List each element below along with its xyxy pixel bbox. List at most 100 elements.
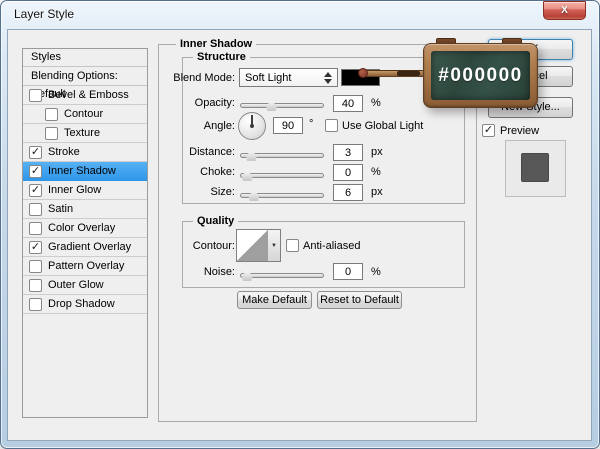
reset-to-default-button[interactable]: Reset to Default [317, 291, 402, 309]
panel-title: Inner Shadow [176, 38, 257, 50]
distance-label: Distance: [189, 146, 235, 158]
color-badge: #000000 [423, 43, 538, 108]
noise-input[interactable] [333, 263, 363, 280]
blend-mode-label: Blend Mode: [173, 72, 235, 84]
updown-arrows-icon [324, 71, 333, 85]
choke-unit: % [371, 166, 381, 178]
quality-group-title: Quality [193, 215, 239, 227]
preview-checkbox[interactable]: ✓ [482, 124, 495, 137]
choke-slider-thumb[interactable] [241, 170, 253, 181]
pointer-stick-tip [358, 68, 368, 78]
angle-label: Angle: [203, 120, 235, 132]
color-badge-text: #000000 [438, 64, 523, 86]
angle-dial[interactable] [238, 112, 266, 140]
sidebar-item-outer-glow[interactable]: Outer Glow [23, 276, 147, 295]
blend-mode-value: Soft Light [245, 71, 292, 84]
pointer-stick [363, 70, 425, 77]
dropdown-arrow-icon: ▼ [271, 242, 277, 249]
sidebar-item-drop-shadow[interactable]: Drop Shadow [23, 295, 147, 314]
sidebar-item-inner-glow[interactable]: ✓ Inner Glow [23, 181, 147, 200]
size-unit: px [371, 186, 383, 198]
checkbox[interactable] [29, 297, 42, 311]
preview-thumbnail [521, 153, 549, 182]
styles-list: Styles Blending Options: Default Bevel &… [22, 48, 148, 418]
blend-mode-select[interactable]: Soft Light [239, 68, 338, 87]
noise-slider[interactable] [240, 270, 324, 281]
sidebar-item-inner-shadow[interactable]: ✓ Inner Shadow [23, 162, 147, 181]
sidebar-item-label: Texture [64, 127, 101, 139]
styles-items-container: Bevel & Emboss Contour Texture ✓ Stroke ✓ Inne… [23, 86, 147, 314]
angle-dial-hub [250, 124, 254, 128]
sidebar-item-pattern-overlay[interactable]: Pattern Overlay [23, 257, 147, 276]
size-input[interactable] [333, 184, 363, 201]
sidebar-item-label: Pattern Overlay [48, 260, 125, 272]
opacity-slider[interactable] [240, 100, 324, 111]
sidebar-item-stroke[interactable]: ✓ Stroke [23, 143, 147, 162]
anti-aliased-label: Anti-aliased [303, 240, 361, 252]
window-title: Layer Style [14, 7, 75, 21]
structure-group-title: Structure [193, 51, 250, 63]
checkbox[interactable]: ✓ [29, 164, 42, 178]
noise-label: Noise: [203, 266, 235, 278]
distance-input[interactable] [333, 144, 363, 161]
sidebar-item-blending-options[interactable]: Blending Options: Default [23, 67, 147, 100]
noise-slider-thumb[interactable] [241, 270, 253, 281]
sidebar-item-satin[interactable]: Satin [23, 200, 147, 219]
sidebar-item-label: Inner Glow [48, 184, 102, 196]
size-label: Size: [210, 186, 235, 198]
size-slider-thumb[interactable] [248, 190, 260, 201]
distance-unit: px [371, 146, 383, 158]
contour-dropdown-button[interactable]: ▼ [268, 229, 281, 262]
close-button[interactable]: X [543, 1, 586, 20]
sidebar-item-texture[interactable]: Texture [23, 124, 147, 143]
use-global-light-label: Use Global Light [342, 120, 424, 132]
choke-slider-track[interactable] [240, 173, 324, 178]
opacity-slider-thumb[interactable] [266, 100, 278, 111]
size-slider[interactable] [240, 190, 324, 201]
preview-label: Preview [500, 125, 540, 137]
sidebar-item-label: Drop Shadow [48, 298, 115, 310]
checkbox[interactable] [29, 221, 42, 235]
sidebar-item-label: Gradient Overlay [48, 241, 132, 253]
checkbox[interactable]: ✓ [29, 145, 42, 159]
distance-slider[interactable] [240, 150, 324, 161]
checkbox[interactable] [45, 126, 58, 140]
layer-style-dialog: Layer Style X Styles Blending Options: D… [0, 0, 600, 449]
noise-slider-track[interactable] [240, 273, 324, 278]
checkbox[interactable] [45, 107, 58, 121]
sidebar-item-contour[interactable]: Contour [23, 105, 147, 124]
contour-picker[interactable] [236, 229, 269, 262]
sidebar-item-label: Bevel & Emboss [48, 89, 129, 101]
choke-label: Choke: [200, 166, 235, 178]
opacity-slider-track[interactable] [240, 103, 324, 108]
choke-input[interactable] [333, 164, 363, 181]
make-default-button[interactable]: Make Default [237, 291, 312, 309]
styles-header: Styles [23, 49, 147, 67]
anti-aliased-checkbox[interactable] [286, 239, 299, 252]
opacity-input[interactable] [333, 95, 363, 112]
use-global-light-checkbox[interactable] [325, 119, 338, 132]
sidebar-item-label: Inner Shadow [48, 165, 116, 177]
choke-slider[interactable] [240, 170, 324, 181]
sidebar-item-label: Stroke [48, 146, 80, 158]
sidebar-item-label: Satin [48, 203, 74, 215]
sidebar-item-gradient-overlay[interactable]: ✓ Gradient Overlay [23, 238, 147, 257]
noise-unit: % [371, 266, 381, 278]
contour-label: Contour: [192, 240, 235, 252]
sidebar-item-label: Contour [64, 108, 104, 120]
checkbox[interactable]: ✓ [29, 240, 42, 254]
checkbox[interactable] [29, 259, 42, 273]
checkbox[interactable]: ✓ [29, 183, 42, 197]
checkbox[interactable] [29, 202, 42, 216]
distance-slider-thumb[interactable] [245, 150, 257, 161]
opacity-unit: % [371, 97, 381, 109]
sidebar-item-label: Outer Glow [48, 279, 104, 291]
sidebar-item-color-overlay[interactable]: Color Overlay [23, 219, 147, 238]
angle-input[interactable] [273, 117, 303, 134]
close-icon: X [561, 5, 568, 16]
checkbox[interactable] [29, 278, 42, 292]
sidebar-item-label: Color Overlay [48, 222, 116, 234]
checkbox[interactable] [29, 88, 42, 102]
pointer-stick-band [397, 71, 420, 76]
angle-unit: ° [309, 118, 314, 130]
